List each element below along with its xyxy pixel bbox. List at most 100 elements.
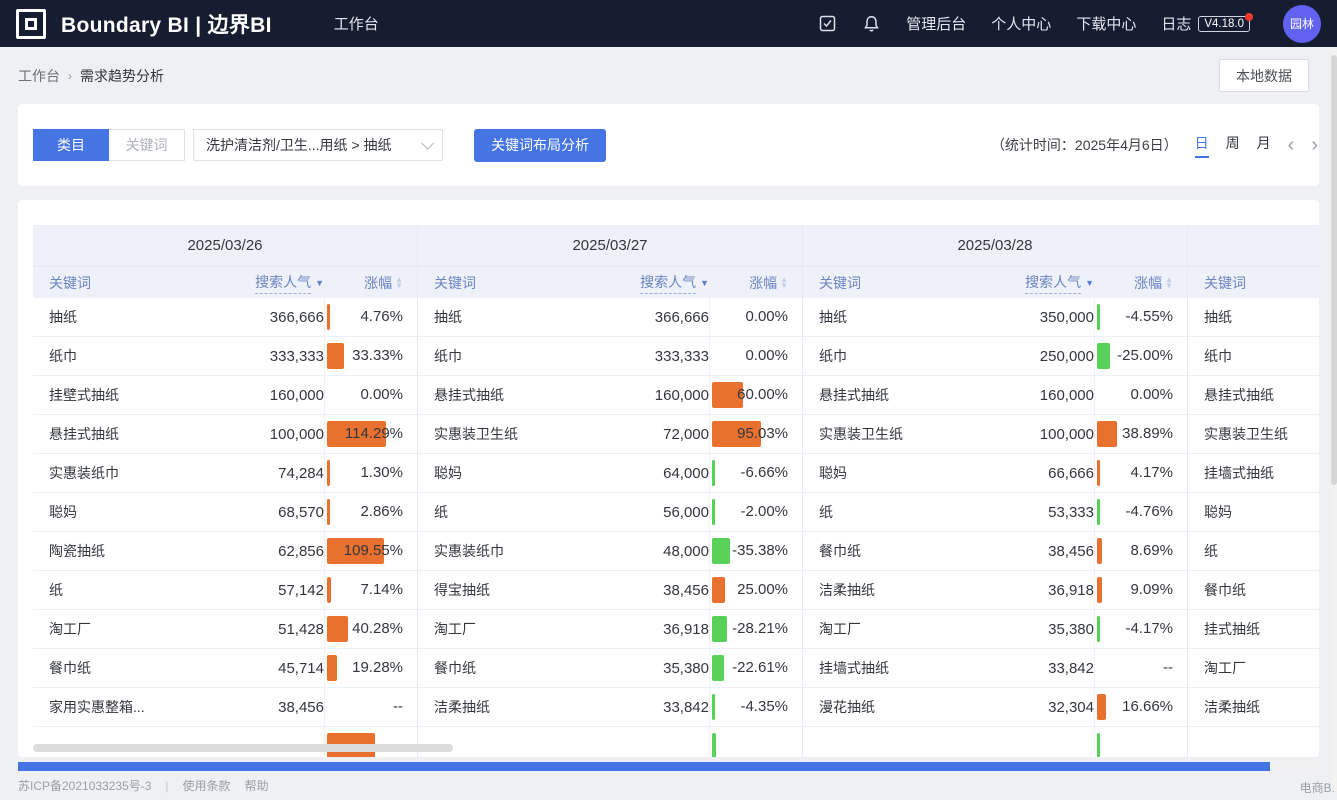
period-tab-2[interactable]: 月 <box>1257 133 1271 158</box>
table-horizontal-scrollbar-thumb[interactable] <box>33 744 453 752</box>
popularity-header-label: 搜索人气 <box>255 272 311 294</box>
keyword-column-header[interactable]: 关键词 <box>418 273 559 293</box>
change-value: 0.00% <box>360 376 403 414</box>
page-vertical-scrollbar-track[interactable] <box>1331 47 1337 791</box>
help-link[interactable]: 帮助 <box>245 777 269 794</box>
prev-date-arrow[interactable]: ‹ <box>1288 135 1295 155</box>
change-cell: -4.35% <box>709 688 802 726</box>
keyword-cell: 陶瓷抽纸 <box>33 541 174 561</box>
table-row: 实惠装卫生纸72,00095.03% <box>418 415 802 454</box>
nav-item-workbench[interactable]: 工作台 <box>334 13 379 34</box>
sort-desc-icon[interactable]: ▼ <box>700 278 709 288</box>
keyword-cell: 餐巾纸 <box>1188 580 1319 600</box>
popularity-cell: 38,456 <box>559 582 709 599</box>
terms-link[interactable]: 使用条款 <box>183 777 231 794</box>
table-row: 悬挂式抽纸160,000 60.00% <box>418 376 802 415</box>
keyword-cell: 悬挂式抽纸 <box>418 385 559 405</box>
version-badge-text: V4.18.0 <box>1204 18 1244 30</box>
change-column-header[interactable]: 涨幅▲▼ <box>324 273 417 293</box>
next-date-arrow[interactable]: › <box>1311 135 1318 155</box>
brand-logo-icon <box>16 9 46 39</box>
keyword-cell: 漫花抽纸 <box>803 697 944 717</box>
table-row: 纸巾 <box>1188 337 1319 376</box>
keyword-cell: 家用实惠整箱... <box>33 697 174 717</box>
sort-down-caret: ▼ <box>780 283 788 289</box>
keyword-cell: 纸巾 <box>418 346 559 366</box>
positive-change-bar <box>327 616 348 642</box>
change-cell: 0.00% <box>709 337 802 375</box>
page-vertical-scrollbar-thumb[interactable] <box>1331 55 1337 485</box>
change-value: 60.00% <box>737 376 788 414</box>
keyword-cell: 悬挂式抽纸 <box>803 385 944 405</box>
dimension-tab-1[interactable]: 关键词 <box>109 129 185 161</box>
change-cell: 0.00% <box>324 376 417 414</box>
negative-change-bar <box>1097 304 1100 330</box>
breadcrumb-workbench[interactable]: 工作台 <box>18 66 60 86</box>
change-column-header[interactable]: 涨幅▲▼ <box>709 273 802 293</box>
dimension-tab-0[interactable]: 类目 <box>33 129 109 161</box>
page-horizontal-scrollbar-thumb[interactable] <box>18 762 1270 771</box>
date-group-0: 2025/03/26关键词搜索人气▼涨幅▲▼抽纸366,6664.76%纸巾33… <box>33 225 418 757</box>
table-row: 纸53,333-4.76% <box>803 493 1187 532</box>
change-cell: 19.28% <box>324 649 417 687</box>
negative-change-bar <box>1097 616 1100 642</box>
sort-toggle-icon[interactable]: ▲▼ <box>395 277 403 289</box>
popularity-cell: 160,000 <box>559 387 709 404</box>
table-row: 纸巾250,000-25.00% <box>803 337 1187 376</box>
category-select[interactable]: 洗护清洁剂/卫生...用纸 > 抽纸 <box>193 129 443 161</box>
period-tab-0[interactable]: 日 <box>1195 133 1209 158</box>
negative-change-bar <box>1097 499 1100 525</box>
sort-toggle-icon[interactable]: ▲▼ <box>780 277 788 289</box>
keyword-cell: 淘工厂 <box>803 619 944 639</box>
column-header-row: 关键词 搜索人气 ▼涨幅▲▼ <box>33 267 417 298</box>
table-row: 实惠装卫生纸100,00038.89% <box>803 415 1187 454</box>
keyword-column-header[interactable]: 关键词 <box>33 273 174 293</box>
change-cell: -25.00% <box>1094 337 1187 375</box>
change-header-label: 涨幅 <box>749 273 777 293</box>
change-value: 40.28% <box>352 610 403 648</box>
sort-desc-icon[interactable]: ▼ <box>315 278 324 288</box>
page-horizontal-scrollbar-track[interactable] <box>18 762 1319 771</box>
task-check-icon[interactable] <box>818 14 837 33</box>
table-row: 挂壁式抽纸160,0000.00% <box>33 376 417 415</box>
keyword-column-header[interactable]: 关键词 <box>1188 273 1319 293</box>
nav-log-group: 日志 V4.18.0 <box>1161 13 1250 34</box>
nav-link-admin[interactable]: 管理后台 <box>906 13 966 34</box>
sort-desc-icon[interactable]: ▼ <box>1085 278 1094 288</box>
avatar[interactable]: 园林 <box>1283 5 1321 43</box>
keyword-column-header[interactable]: 关键词 <box>803 273 944 293</box>
keyword-cell: 纸巾 <box>1188 346 1319 366</box>
column-header-row: 关键词搜索人气▼涨幅▲▼ <box>803 267 1187 298</box>
nav-link-personal[interactable]: 个人中心 <box>991 13 1051 34</box>
sort-toggle-icon[interactable]: ▲▼ <box>1165 277 1173 289</box>
change-cell: 2.86% <box>324 493 417 531</box>
breadcrumb-current: 需求趋势分析 <box>80 66 164 86</box>
popularity-column-header[interactable]: 搜索人气 ▼ <box>174 272 324 294</box>
change-cell: 8.69% <box>1094 532 1187 570</box>
keyword-cell: 餐巾纸 <box>33 658 174 678</box>
local-data-button[interactable]: 本地数据 <box>1219 59 1309 92</box>
bell-icon[interactable] <box>862 14 881 33</box>
change-value: 38.89% <box>1122 415 1173 453</box>
popularity-column-header[interactable]: 搜索人气▼ <box>944 272 1094 294</box>
popularity-column-header[interactable]: 搜索人气▼ <box>559 272 709 294</box>
change-value: -4.17% <box>1125 610 1173 648</box>
table-row: 抽纸350,000-4.55% <box>803 298 1187 337</box>
change-value: -25.00% <box>1117 337 1173 375</box>
change-cell: 38.89% <box>1094 415 1187 453</box>
popularity-cell: 333,333 <box>559 348 709 365</box>
stat-time-label: （统计时间：2025年4月6日） <box>991 135 1178 155</box>
keyword-cell: 餐巾纸 <box>418 658 559 678</box>
table-row: 挂墙式抽纸 <box>1188 454 1319 493</box>
nav-link-download[interactable]: 下载中心 <box>1076 13 1136 34</box>
change-value: -22.61% <box>732 649 788 687</box>
keyword-layout-analysis-button[interactable]: 关键词布局分析 <box>474 129 606 162</box>
change-column-header[interactable]: 涨幅▲▼ <box>1094 273 1187 293</box>
table-row: 实惠装纸巾48,000-35.38% <box>418 532 802 571</box>
nav-link-log[interactable]: 日志 <box>1161 13 1191 34</box>
negative-change-bar <box>1097 733 1100 757</box>
period-tab-1[interactable]: 周 <box>1226 133 1240 158</box>
version-badge[interactable]: V4.18.0 <box>1198 16 1250 32</box>
change-cell: 0.00% <box>709 298 802 336</box>
change-value: -4.55% <box>1125 298 1173 336</box>
